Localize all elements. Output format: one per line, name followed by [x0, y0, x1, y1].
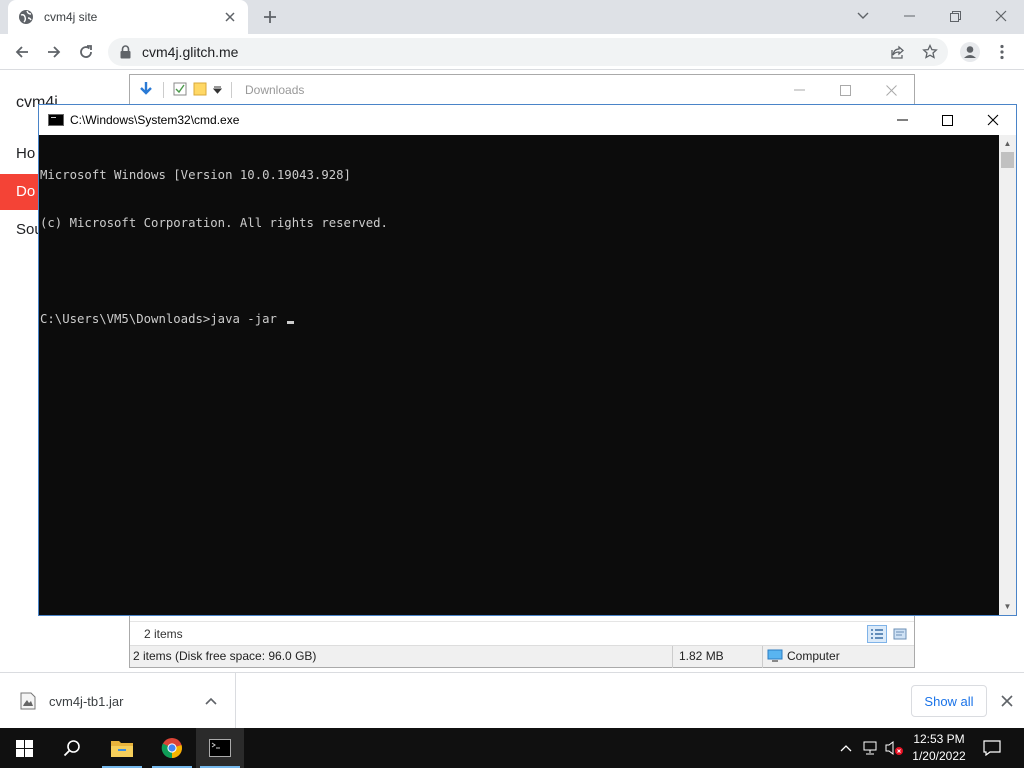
- file-explorer-icon[interactable]: [98, 728, 146, 768]
- minimize-icon[interactable]: [776, 75, 822, 105]
- share-icon[interactable]: [884, 38, 912, 66]
- console-prompt-line[interactable]: C:\Users\VM5\Downloads>java -jar: [40, 311, 999, 327]
- browser-toolbar: cvm4j.glitch.me: [0, 34, 1024, 70]
- disk-free-summary: 2 items (Disk free space: 96.0 GB): [133, 649, 317, 663]
- chevron-up-icon[interactable]: [199, 689, 223, 713]
- item-count: 2 items: [144, 627, 183, 641]
- globe-icon: [18, 9, 34, 25]
- chrome-icon[interactable]: [148, 728, 196, 768]
- start-button[interactable]: [0, 728, 48, 768]
- customize-toolbar-icon[interactable]: [212, 83, 223, 97]
- menu-kebab-icon[interactable]: [988, 38, 1016, 66]
- console-icon: [48, 114, 64, 126]
- text-cursor: [287, 321, 295, 324]
- new-tab-button[interactable]: [258, 5, 282, 29]
- maximize-icon[interactable]: [822, 75, 868, 105]
- cmd-title: C:\Windows\System32\cmd.exe: [70, 113, 240, 127]
- profile-avatar-icon[interactable]: [956, 38, 984, 66]
- download-item[interactable]: cvm4j-tb1.jar: [0, 673, 236, 729]
- show-all-button[interactable]: Show all: [911, 685, 987, 717]
- download-shelf: cvm4j-tb1.jar Show all: [0, 672, 1024, 729]
- vertical-scrollbar[interactable]: ▲ ▼: [999, 135, 1016, 615]
- explorer-title: Downloads: [245, 83, 305, 97]
- bookmark-star-icon[interactable]: [916, 38, 944, 66]
- maximize-icon[interactable]: [924, 105, 970, 135]
- console-line: Microsoft Windows [Version 10.0.19043.92…: [40, 168, 351, 182]
- minimize-icon[interactable]: [886, 2, 932, 30]
- back-button[interactable]: [8, 38, 36, 66]
- location-label: Computer: [787, 649, 840, 663]
- scroll-thumb[interactable]: [1001, 152, 1014, 168]
- console-line: (c) Microsoft Corporation. All rights re…: [40, 216, 388, 230]
- address-bar[interactable]: cvm4j.glitch.me: [108, 38, 948, 66]
- cmd-titlebar: C:\Windows\System32\cmd.exe: [39, 105, 1016, 135]
- download-file-name[interactable]: cvm4j-tb1.jar: [49, 694, 199, 709]
- properties-check-icon[interactable]: [173, 82, 187, 99]
- taskbar: 12:53 PM 1/20/2022: [0, 728, 1024, 768]
- browser-tab-strip: cvm4j site: [0, 0, 1024, 34]
- minimize-icon[interactable]: [879, 105, 925, 135]
- forward-button[interactable]: [40, 38, 68, 66]
- scroll-up-icon[interactable]: ▲: [999, 135, 1016, 152]
- cmd-window: C:\Windows\System32\cmd.exe Microsoft Wi…: [38, 104, 1017, 616]
- explorer-details-bar: 2 items (Disk free space: 96.0 GB) 1.82 …: [130, 645, 914, 668]
- chevron-up-icon[interactable]: [836, 738, 856, 758]
- lock-icon[interactable]: [120, 45, 134, 59]
- clock[interactable]: 12:53 PM 1/20/2022: [904, 731, 974, 765]
- search-icon[interactable]: [48, 728, 96, 768]
- reload-button[interactable]: [72, 38, 100, 66]
- location-zone: Computer: [767, 649, 840, 663]
- url-text[interactable]: cvm4j.glitch.me: [142, 44, 238, 60]
- network-icon[interactable]: [860, 738, 880, 758]
- close-window-icon[interactable]: [978, 2, 1024, 30]
- tab-title: cvm4j site: [44, 10, 98, 24]
- close-tab-icon[interactable]: [222, 9, 238, 25]
- details-view-icon[interactable]: [867, 625, 887, 643]
- close-icon[interactable]: [970, 105, 1016, 135]
- selection-size: 1.82 MB: [679, 649, 724, 663]
- notifications-icon[interactable]: [982, 738, 1002, 758]
- new-folder-icon[interactable]: [193, 82, 207, 99]
- console-prompt[interactable]: C:\Users\VM5\Downloads>java -jar: [40, 312, 284, 326]
- console-output[interactable]: Microsoft Windows [Version 10.0.19043.92…: [39, 135, 999, 615]
- explorer-statusbar: 2 items: [130, 621, 914, 645]
- close-icon[interactable]: [868, 75, 914, 105]
- tab-search-icon[interactable]: [840, 2, 886, 30]
- clock-date: 1/20/2022: [912, 749, 966, 763]
- download-arrow-icon: [138, 81, 154, 100]
- browser-tab[interactable]: cvm4j site: [8, 0, 248, 34]
- jar-file-icon: [20, 692, 36, 710]
- restore-icon[interactable]: [932, 2, 978, 30]
- volume-muted-icon[interactable]: [884, 738, 904, 758]
- computer-icon: [767, 649, 783, 663]
- clock-time: 12:53 PM: [913, 732, 965, 746]
- large-icons-view-icon[interactable]: [890, 625, 910, 643]
- close-shelf-icon[interactable]: [995, 689, 1019, 713]
- cmd-taskbar-icon[interactable]: [196, 728, 244, 768]
- scroll-down-icon[interactable]: ▼: [999, 598, 1016, 615]
